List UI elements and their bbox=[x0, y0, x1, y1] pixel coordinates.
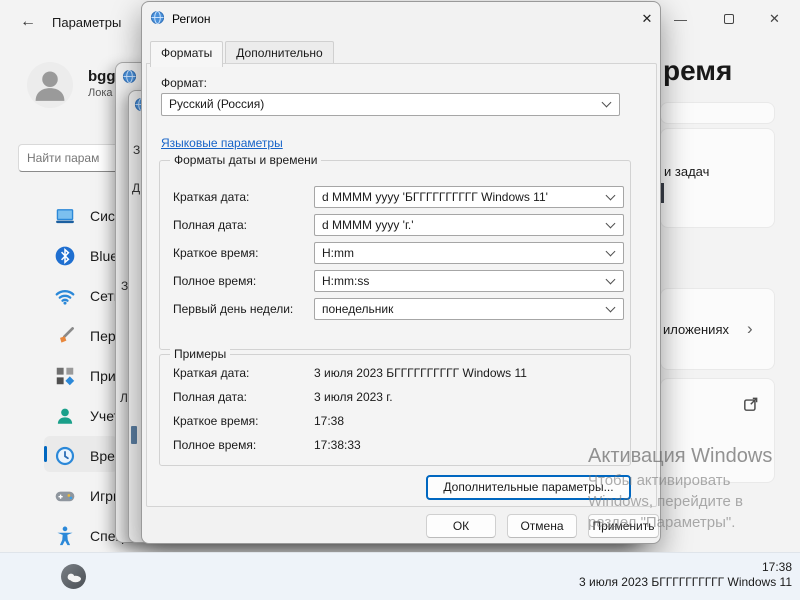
user-name: bgg bbox=[88, 68, 116, 85]
clipped-control-fragment bbox=[661, 183, 664, 203]
short-date-combobox[interactable]: d MMMM yyyy 'БГГГГГГГГГГ Windows 11' bbox=[314, 186, 624, 208]
wifi-icon bbox=[55, 290, 75, 305]
taskbar: ENG 17:38 3 июля 2023 БГГГГГГГГГГ Window… bbox=[0, 552, 800, 600]
format-combobox-value: Русский (Россия) bbox=[169, 97, 265, 111]
cancel-button[interactable]: Отмена bbox=[507, 514, 577, 538]
apps-icon bbox=[56, 367, 75, 386]
format-combobox[interactable]: Русский (Россия) bbox=[161, 93, 620, 116]
widgets-weather-icon[interactable] bbox=[60, 563, 87, 590]
long-time-combobox[interactable]: H:mm:ss bbox=[314, 270, 624, 292]
chevron-down-icon bbox=[601, 97, 612, 108]
long-date-label: Полная дата: bbox=[173, 218, 247, 232]
clock-time: 17:38 bbox=[761, 560, 792, 574]
user-subtitle: Лока bbox=[88, 87, 113, 99]
short-date-value: d MMMM yyyy 'БГГГГГГГГГГ Windows 11' bbox=[322, 190, 548, 204]
example-long-time-value: 17:38:33 bbox=[314, 438, 361, 452]
chevron-down-icon bbox=[605, 246, 616, 257]
clock-date: 3 июля 2023 БГГГГГГГГГГ Windows 11 bbox=[579, 575, 792, 589]
desktop: ← Параметры — ✕ bgg Лока Найти парам Сис… bbox=[0, 0, 800, 600]
first-day-combobox[interactable]: понедельник bbox=[314, 298, 624, 320]
accessibility-icon bbox=[57, 526, 73, 546]
short-time-value: H:mm bbox=[322, 246, 354, 260]
gamepad-icon bbox=[55, 491, 75, 502]
settings-window-title: Параметры bbox=[52, 15, 122, 30]
dialog-close-icon[interactable]: ✕ bbox=[634, 11, 660, 27]
clipped-control-fragment bbox=[131, 426, 137, 444]
clock-icon bbox=[55, 446, 75, 466]
tab-additional[interactable]: Дополнительно bbox=[225, 41, 334, 63]
datetime-formats-group-title: Форматы даты и времени bbox=[170, 153, 322, 167]
bluetooth-icon bbox=[55, 246, 75, 266]
tab-formats[interactable]: Форматы bbox=[150, 41, 224, 67]
search-placeholder: Найти парам bbox=[27, 151, 100, 165]
globe-icon bbox=[122, 69, 137, 84]
close-icon[interactable]: ✕ bbox=[769, 11, 780, 27]
examples-group-title: Примеры bbox=[170, 347, 231, 361]
short-time-combobox[interactable]: H:mm bbox=[314, 242, 624, 264]
minimize-icon[interactable]: — bbox=[674, 12, 687, 27]
chevron-down-icon bbox=[605, 218, 616, 229]
card-date-time[interactable] bbox=[660, 102, 775, 124]
accounts-icon bbox=[57, 408, 73, 424]
example-short-time-value: 17:38 bbox=[314, 414, 345, 428]
sidebar-accent-bar bbox=[44, 446, 47, 462]
example-long-time-label: Полное время: bbox=[173, 438, 257, 452]
card-language-apps-label: иложениях bbox=[663, 322, 729, 337]
language-settings-link[interactable]: Языковые параметры bbox=[161, 136, 283, 150]
chevron-down-icon bbox=[605, 274, 616, 285]
system-icon bbox=[56, 209, 74, 224]
clipped-text-fragment: Л bbox=[120, 391, 128, 405]
back-button[interactable]: ← bbox=[20, 13, 36, 31]
additional-parameters-button[interactable]: Дополнительные параметры... bbox=[426, 475, 631, 500]
short-time-label: Краткое время: bbox=[173, 246, 259, 260]
first-day-value: понедельник bbox=[322, 302, 394, 316]
clipped-text-fragment: Д bbox=[132, 181, 141, 195]
apply-button[interactable]: Применить bbox=[588, 514, 659, 538]
example-long-date-value: 3 июля 2023 г. bbox=[314, 390, 393, 404]
long-date-value: d MMMM yyyy 'г.' bbox=[322, 218, 414, 232]
external-link-icon bbox=[744, 397, 758, 411]
long-date-combobox[interactable]: d MMMM yyyy 'г.' bbox=[314, 214, 624, 236]
chevron-down-icon bbox=[605, 190, 616, 201]
example-short-date-label: Краткая дата: bbox=[173, 366, 250, 380]
person-icon bbox=[35, 71, 65, 101]
page-title-partial: ремя bbox=[663, 55, 733, 86]
region-dialog: Регион ✕ Форматы Дополнительно Формат: Ру… bbox=[141, 1, 661, 544]
first-day-label: Первый день недели: bbox=[173, 302, 294, 316]
search-input[interactable]: Найти парам bbox=[18, 144, 122, 172]
dialog-title: Регион bbox=[172, 12, 211, 26]
example-long-date-label: Полная дата: bbox=[173, 390, 247, 404]
example-short-date-value: 3 июля 2023 БГГГГГГГГГГ Windows 11 bbox=[314, 366, 527, 380]
short-date-label: Краткая дата: bbox=[173, 190, 250, 204]
card-taskbar-clock-label: и задач bbox=[664, 164, 710, 179]
tab-strip: Форматы Дополнительно bbox=[150, 41, 336, 67]
maximize-icon[interactable] bbox=[724, 14, 734, 24]
format-label: Формат: bbox=[161, 76, 207, 90]
long-time-label: Полное время: bbox=[173, 274, 257, 288]
card-additional-settings[interactable] bbox=[660, 378, 775, 483]
example-short-time-label: Краткое время: bbox=[173, 414, 259, 428]
taskbar-clock[interactable]: 17:38 3 июля 2023 БГГГГГГГГГГ Windows 11 bbox=[579, 560, 792, 590]
chevron-down-icon bbox=[605, 302, 616, 313]
long-time-value: H:mm:ss bbox=[322, 274, 370, 288]
globe-icon bbox=[150, 10, 165, 25]
chevron-right-icon: › bbox=[747, 319, 753, 338]
clipped-text-fragment: З bbox=[133, 143, 141, 157]
ok-button[interactable]: ОК bbox=[426, 514, 496, 538]
brush-icon bbox=[60, 327, 74, 343]
avatar[interactable] bbox=[27, 62, 73, 108]
